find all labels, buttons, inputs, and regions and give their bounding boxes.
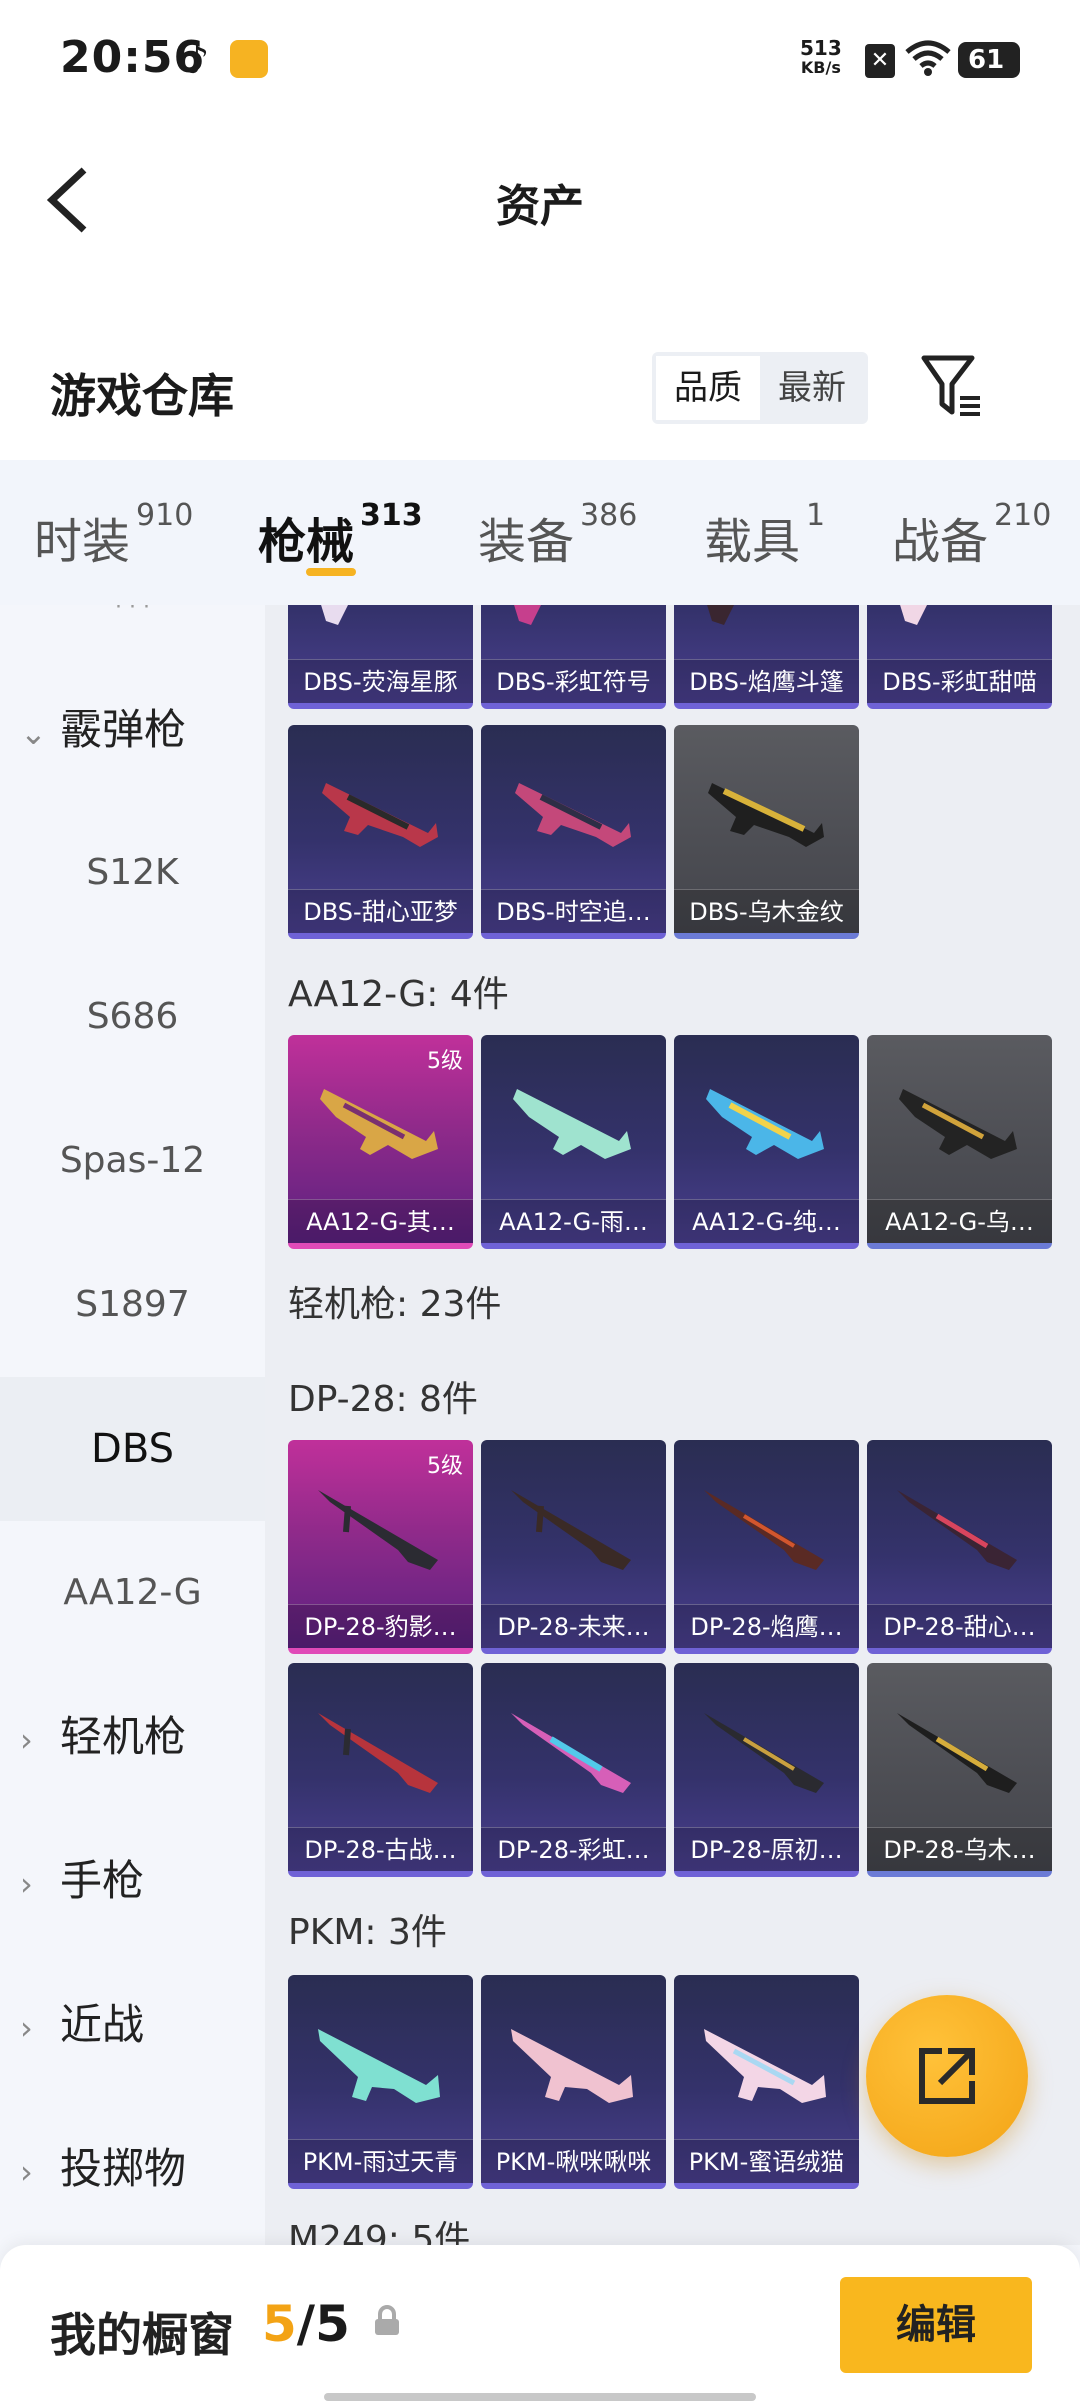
- sidebar-item-spas12[interactable]: Spas-12: [0, 1089, 265, 1233]
- weapon-card[interactable]: AA12-G-乌…: [867, 1035, 1052, 1249]
- weapon-card[interactable]: DBS-时空追…: [481, 725, 666, 939]
- weapon-card[interactable]: PKM-雨过天青: [288, 1975, 473, 2189]
- tab-vehicles[interactable]: 载具 1: [704, 498, 825, 572]
- rifle-icon: [320, 1089, 438, 1159]
- weapon-card[interactable]: 5级 DP-28-豹影…: [288, 1440, 473, 1654]
- tab-guns[interactable]: 枪械 313: [258, 498, 423, 572]
- showcase-bar: 我的橱窗 5/5 编辑: [0, 2245, 1080, 2408]
- status-bar: 20:56 ♪ 513 KB/s ✕ 61: [0, 0, 1080, 130]
- sidebar-group-shotgun[interactable]: ⌄ 霰弹枪: [20, 690, 186, 770]
- filter-icon[interactable]: [920, 352, 984, 422]
- section-dp28: DP-28: 8件: [288, 1379, 478, 1420]
- machine-gun-icon: [318, 1713, 438, 1793]
- shotgun-icon: [900, 605, 927, 625]
- machine-gun-icon: [897, 1490, 1017, 1570]
- machine-gun-icon: [704, 2029, 826, 2103]
- shotgun-icon: [708, 783, 824, 847]
- weapon-card[interactable]: AA12-G-纯…: [674, 1035, 859, 1249]
- edit-button[interactable]: 编辑: [840, 2277, 1032, 2373]
- sidebar-item-aa12g[interactable]: AA12-G: [0, 1521, 265, 1665]
- warehouse-title: 游戏仓库: [50, 369, 234, 423]
- weapon-card[interactable]: DBS-荧海星豚: [288, 605, 473, 709]
- weapon-card[interactable]: DP-28-未来…: [481, 1440, 666, 1654]
- machine-gun-icon: [704, 1490, 824, 1570]
- category-tabs: 时装 910 枪械 313 装备 386 载具 1 战备 210: [0, 460, 1080, 605]
- silent-mode-icon: ✕: [865, 44, 895, 78]
- section-m249: M249: 5件: [288, 2219, 471, 2245]
- weapon-card[interactable]: DBS-焰鹰斗篷: [674, 605, 859, 709]
- page-title: 资产: [496, 181, 584, 232]
- network-speed: 513 KB/s: [800, 36, 842, 77]
- weapon-card[interactable]: DBS-甜心亚梦: [288, 725, 473, 939]
- sidebar-group-lmg[interactable]: › 轻机枪: [20, 1697, 186, 1777]
- weapon-card[interactable]: DP-28-原初…: [674, 1663, 859, 1877]
- sort-latest-button[interactable]: 最新: [760, 356, 864, 420]
- clock: 20:56: [60, 32, 206, 83]
- rifle-icon: [706, 1089, 824, 1159]
- shotgun-icon: [707, 605, 734, 625]
- tab-gear[interactable]: 战备 210: [892, 498, 1051, 572]
- weapon-card[interactable]: 5级 AA12-G-其…: [288, 1035, 473, 1249]
- section-pkm: PKM: 3件: [288, 1912, 447, 1953]
- machine-gun-icon: [511, 1490, 631, 1570]
- app-notification-icon: [230, 40, 268, 78]
- chevron-right-icon: ›: [20, 1865, 33, 1903]
- chevron-right-icon: ›: [20, 2153, 33, 2191]
- sidebar-item-s686[interactable]: S686: [0, 945, 265, 1089]
- warehouse-bar: 游戏仓库 品质 最新: [0, 330, 1080, 460]
- page-header: 资产: [0, 130, 1080, 330]
- weapon-card[interactable]: PKM-啾咪啾咪: [481, 1975, 666, 2189]
- rifle-icon: [899, 1089, 1017, 1159]
- machine-gun-icon: [704, 1713, 824, 1793]
- weapon-card[interactable]: DBS-彩虹甜喵: [867, 605, 1052, 709]
- shotgun-icon: [514, 605, 541, 625]
- machine-gun-icon: [511, 2029, 633, 2103]
- sort-quality-button[interactable]: 品质: [656, 356, 760, 420]
- showcase-count: 5/5: [262, 2295, 350, 2353]
- lock-icon: [375, 2305, 399, 2335]
- weapon-card[interactable]: DBS-乌木金纹: [674, 725, 859, 939]
- rifle-icon: [513, 1089, 631, 1159]
- machine-gun-icon: [897, 1713, 1017, 1793]
- sidebar-group-melee[interactable]: › 近战: [20, 1985, 144, 2065]
- home-indicator: [324, 2393, 756, 2401]
- machine-gun-icon: [318, 2029, 440, 2103]
- sidebar-item-s1897[interactable]: S1897: [0, 1233, 265, 1377]
- weapon-card[interactable]: DBS-彩虹符号: [481, 605, 666, 709]
- shotgun-icon: [322, 783, 438, 847]
- weapon-sidebar: · · · ⌄ 霰弹枪 S12K S686 Spas-12 S1897 DBS A…: [0, 605, 265, 2245]
- sidebar-item-dbs[interactable]: DBS: [0, 1377, 265, 1521]
- weapon-card[interactable]: DP-28-乌木…: [867, 1663, 1052, 1877]
- tiktok-icon: ♪: [185, 38, 210, 82]
- weapon-card[interactable]: DP-28-古战…: [288, 1663, 473, 1877]
- section-lmg: 轻机枪: 23件: [288, 1284, 502, 1325]
- section-aa12g: AA12-G: 4件: [288, 974, 509, 1015]
- wifi-icon: [905, 40, 951, 76]
- showcase-label: 我的橱窗: [50, 2308, 234, 2362]
- sidebar-group-pistol[interactable]: › 手枪: [20, 1841, 144, 1921]
- weapon-card[interactable]: DP-28-焰鹰…: [674, 1440, 859, 1654]
- share-icon: [919, 2048, 975, 2104]
- sort-toggle: 品质 最新: [652, 352, 868, 424]
- battery-indicator: 61: [958, 42, 1020, 78]
- sidebar-item-s12k[interactable]: S12K: [0, 801, 265, 945]
- shotgun-icon: [321, 605, 348, 625]
- chevron-down-icon: ⌄: [20, 714, 47, 752]
- share-button[interactable]: [866, 1995, 1028, 2157]
- active-tab-indicator: [306, 568, 356, 576]
- chevron-right-icon: ›: [20, 1721, 33, 1759]
- sidebar-group-throwables[interactable]: › 投掷物: [20, 2129, 186, 2209]
- machine-gun-icon: [511, 1713, 631, 1793]
- weapon-card[interactable]: AA12-G-雨…: [481, 1035, 666, 1249]
- weapon-card[interactable]: PKM-蜜语绒猫: [674, 1975, 859, 2189]
- tab-equipment[interactable]: 装备 386: [478, 498, 637, 572]
- weapon-card[interactable]: DP-28-甜心…: [867, 1440, 1052, 1654]
- tab-fashion[interactable]: 时装 910: [34, 498, 193, 572]
- weapon-card[interactable]: DP-28-彩虹…: [481, 1663, 666, 1877]
- machine-gun-icon: [318, 1490, 438, 1570]
- chevron-right-icon: ›: [20, 2009, 33, 2047]
- shotgun-icon: [515, 783, 631, 847]
